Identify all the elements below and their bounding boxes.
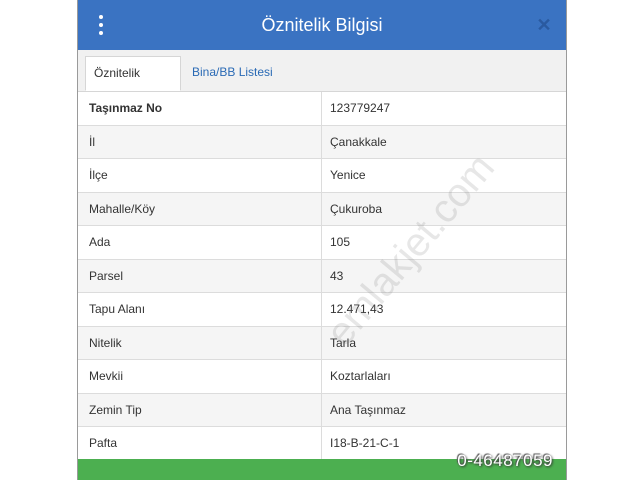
table-row: İlçe Yenice bbox=[78, 159, 566, 193]
table-row: Tapu Alanı 12.471,43 bbox=[78, 293, 566, 327]
table-row: Mevkii Koztarlaları bbox=[78, 360, 566, 394]
row-value: 43 bbox=[330, 268, 344, 283]
row-value: Yenice bbox=[330, 168, 366, 182]
row-label: Pafta bbox=[78, 427, 322, 460]
attribute-table: Taşınmaz No 123779247 İl Çanakkale İlçe … bbox=[78, 92, 566, 461]
row-label: Mevkii bbox=[78, 360, 322, 393]
tab-bar: Öznitelik Bilgisi Bina/BB Listesi bbox=[78, 50, 566, 113]
row-value: Çukuroba bbox=[330, 201, 383, 216]
tab-bina-bb-listesi[interactable]: Bina/BB Listesi bbox=[184, 56, 281, 91]
table-row: Mahalle/Köy Çukuroba bbox=[78, 192, 566, 226]
row-label: Taşınmaz No bbox=[78, 92, 322, 125]
row-value: 123779247 bbox=[330, 101, 391, 115]
table-row: İl Çanakkale bbox=[78, 125, 566, 159]
row-value: Ana Taşınmaz bbox=[330, 402, 406, 417]
table-row: Taşınmaz No 123779247 bbox=[78, 92, 566, 126]
tab-oznitelik-bilgisi[interactable]: Öznitelik Bilgisi bbox=[85, 56, 181, 113]
dialog-title: Öznitelik Bilgisi bbox=[261, 15, 383, 35]
row-value: Koztarlaları bbox=[330, 369, 391, 383]
phone-overlay: 0-46487059 bbox=[457, 451, 553, 470]
row-label: İl bbox=[78, 125, 322, 158]
row-value: 12.471,43 bbox=[330, 302, 384, 316]
row-value: 105 bbox=[330, 235, 351, 249]
table-row: Zemin Tip Ana Taşınmaz bbox=[78, 393, 566, 427]
row-label: Mahalle/Köy bbox=[78, 192, 322, 225]
close-icon[interactable]: ✕ bbox=[534, 14, 554, 36]
row-label: Zemin Tip bbox=[78, 393, 322, 426]
dialog-header: Öznitelik Bilgisi ✕ bbox=[78, 0, 566, 50]
row-label: Tapu Alanı bbox=[78, 293, 322, 326]
row-value: Tarla bbox=[330, 335, 357, 350]
table-row: Parsel 43 bbox=[78, 259, 566, 293]
attribute-dialog: Öznitelik Bilgisi ✕ Öznitelik Bilgisi Bi… bbox=[77, 0, 567, 480]
row-value: Çanakkale bbox=[330, 134, 387, 149]
vertical-dots-icon[interactable] bbox=[96, 15, 106, 35]
row-label: İlçe bbox=[78, 159, 322, 192]
row-label: Ada bbox=[78, 226, 322, 259]
row-label: Parsel bbox=[78, 259, 322, 292]
table-row: Ada 105 bbox=[78, 226, 566, 260]
table-row: Nitelik Tarla bbox=[78, 326, 566, 360]
row-label: Nitelik bbox=[78, 326, 322, 359]
